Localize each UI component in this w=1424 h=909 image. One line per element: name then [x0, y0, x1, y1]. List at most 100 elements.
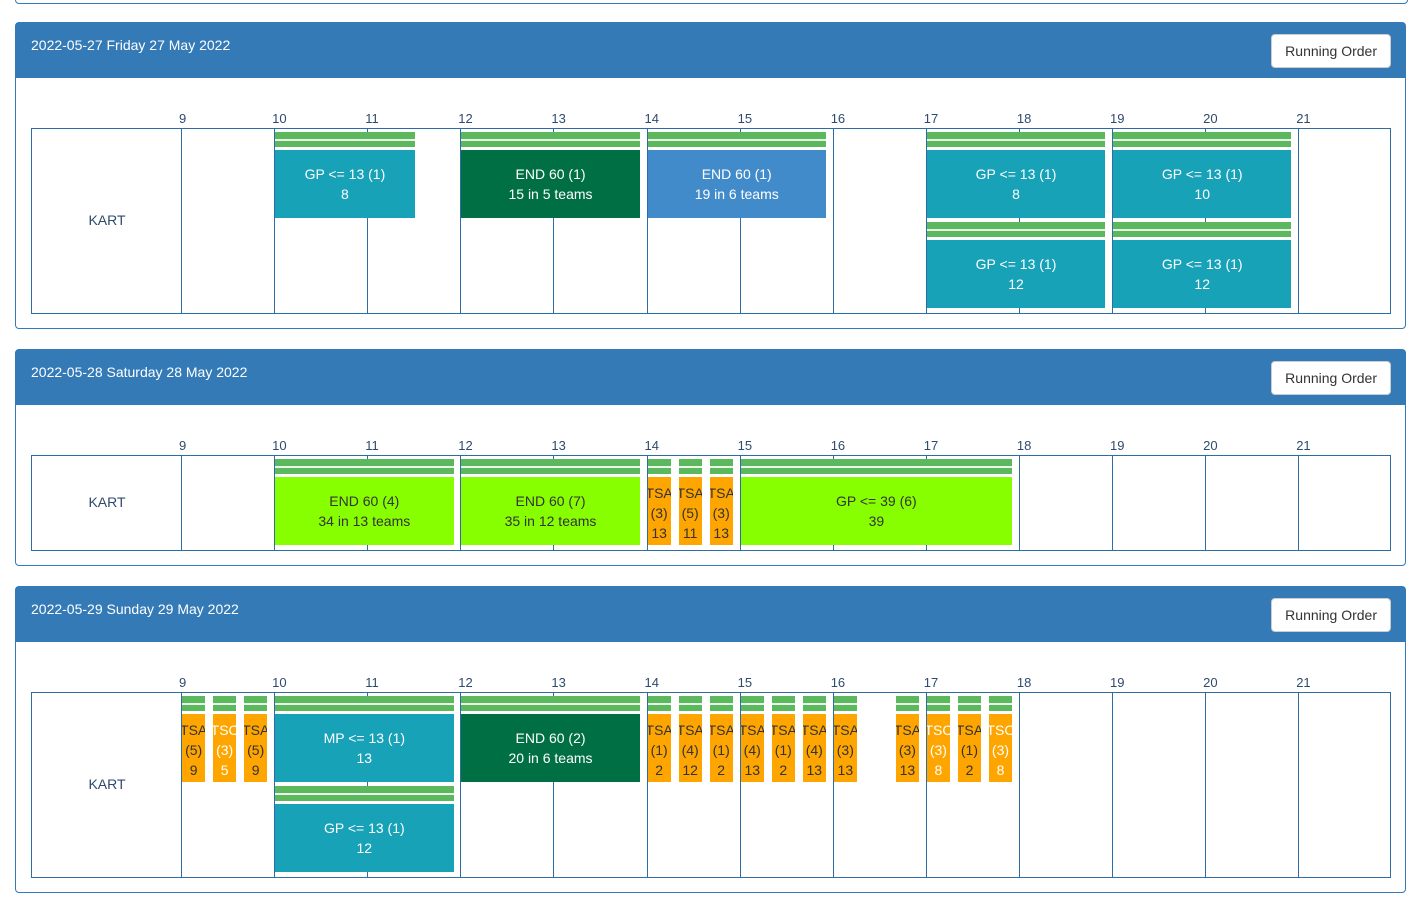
session-block[interactable]: END 60 (1) 19 in 6 teams	[647, 132, 826, 218]
session-detail: 9	[189, 762, 198, 778]
session-body: GP <= 13 (1) 8	[275, 150, 415, 218]
session-name: END 60 (7)	[515, 493, 586, 509]
hour-gridline	[1298, 129, 1300, 313]
session-name: TSC	[926, 722, 951, 738]
running-order-button[interactable]: Running Order	[1271, 361, 1391, 395]
session-block[interactable]: END 60 (2) 20 in 6 teams	[461, 696, 640, 782]
session-block[interactable]: GP <= 13 (1) 12	[926, 222, 1106, 308]
session-block-short[interactable]: TSA (4) 13	[740, 696, 764, 782]
session-name: TSC	[213, 722, 237, 738]
session-name: GP <= 13 (1)	[975, 256, 1057, 272]
session-block-short[interactable]: TSA (1) 2	[647, 696, 671, 782]
session-block-short[interactable]: TSC (3) 8	[926, 696, 951, 782]
session-detail: 5	[220, 762, 229, 778]
session-header-stripes	[275, 696, 454, 714]
session-detail: 10	[1194, 186, 1210, 202]
session-block-short[interactable]: TSA (5) 11	[678, 459, 702, 545]
hour-label: 15	[737, 438, 753, 453]
session-detail: (4)	[743, 742, 761, 758]
hour-label: 14	[644, 675, 659, 690]
session-block-short[interactable]: TSA (4) 13	[802, 696, 826, 782]
session-header-stripes	[1113, 222, 1292, 240]
hour-label: 17	[923, 111, 939, 126]
hour-label: 20	[1203, 111, 1218, 126]
session-header-stripes	[244, 696, 268, 714]
session-header-stripes	[709, 459, 733, 477]
session-detail: (5)	[247, 742, 265, 758]
session-block[interactable]: GP <= 13 (1) 8	[275, 132, 415, 218]
running-order-button[interactable]: Running Order	[1271, 598, 1391, 632]
session-name: TSA	[802, 722, 826, 738]
session-block-short[interactable]: TSA (1) 2	[709, 696, 733, 782]
session-body: END 60 (2) 20 in 6 teams	[461, 714, 640, 782]
session-name: GP <= 39 (6)	[836, 493, 917, 509]
session-body: GP <= 13 (1) 12	[1113, 240, 1292, 308]
day-panel: 2022-05-28 Saturday 28 May 2022 Running O…	[15, 349, 1406, 566]
session-block[interactable]: END 60 (1) 15 in 5 teams	[461, 132, 640, 218]
session-detail: 13	[713, 525, 729, 541]
session-detail: 12	[356, 840, 373, 856]
session-block[interactable]: GP <= 39 (6) 39	[740, 459, 1013, 545]
session-name: GP <= 13 (1)	[1161, 166, 1243, 182]
session-block-short[interactable]: TSC (3) 5	[213, 696, 237, 782]
hour-label: 12	[458, 675, 473, 690]
session-block[interactable]: END 60 (7) 35 in 12 teams	[461, 459, 640, 545]
session-detail: (1)	[650, 742, 668, 758]
session-block[interactable]: GP <= 13 (1) 8	[926, 132, 1106, 218]
session-block[interactable]: GP <= 13 (1) 12	[1113, 222, 1292, 308]
session-block-short[interactable]: TSA (3) 13	[895, 696, 920, 782]
hour-label: 9	[179, 438, 187, 453]
session-header-stripes	[740, 459, 1013, 477]
hour-gridline	[1018, 693, 1020, 877]
session-name: END 60 (1)	[515, 166, 586, 182]
hour-label: 21	[1296, 111, 1311, 126]
session-body: TSA (1) 2	[771, 714, 795, 782]
session-name: TSA	[647, 722, 671, 738]
session-header-stripes	[802, 696, 826, 714]
session-name: END 60 (1)	[701, 166, 772, 182]
hour-gridline	[1205, 456, 1207, 550]
session-header-stripes	[833, 696, 857, 714]
session-name: END 60 (2)	[515, 730, 586, 746]
session-detail: 35 in 12 teams	[504, 513, 597, 529]
session-header-stripes	[182, 696, 206, 714]
hour-gridline	[1018, 456, 1020, 550]
running-order-button[interactable]: Running Order	[1271, 34, 1391, 68]
hour-label: 20	[1203, 438, 1218, 453]
hour-label: 19	[1110, 111, 1125, 126]
session-block-short[interactable]: TSA (1) 2	[771, 696, 795, 782]
day-panel: 2022-05-29 Sunday 29 May 2022 Running Ord…	[15, 586, 1406, 893]
hour-gridline	[1112, 456, 1113, 550]
session-name: TSA	[678, 485, 702, 501]
session-block-short[interactable]: TSA (5) 9	[182, 696, 206, 782]
session-block[interactable]: END 60 (4) 34 in 13 teams	[275, 459, 454, 545]
session-header-stripes	[988, 696, 1013, 714]
hour-gridline	[1205, 693, 1207, 877]
session-block[interactable]: GP <= 13 (1) 10	[1113, 132, 1292, 218]
session-body: TSA (3) 13	[833, 714, 857, 782]
session-block[interactable]: MP <= 13 (1) 13	[275, 696, 454, 782]
session-header-stripes	[461, 132, 640, 150]
session-block-short[interactable]: TSC (3) 8	[988, 696, 1013, 782]
session-block-short[interactable]: TSA (1) 2	[957, 696, 982, 782]
hour-label: 18	[1016, 675, 1032, 690]
session-detail: 13	[356, 750, 373, 766]
previous-panel-edge	[15, 0, 1408, 4]
session-name: TSA	[957, 722, 982, 738]
session-block-short[interactable]: TSA (3) 13	[647, 459, 671, 545]
hour-label: 11	[365, 111, 379, 126]
session-block-short[interactable]: TSA (3) 13	[709, 459, 733, 545]
hour-gridline	[1298, 456, 1300, 550]
session-block-short[interactable]: TSA (3) 13	[833, 696, 857, 782]
session-block-short[interactable]: TSA (5) 9	[244, 696, 268, 782]
session-block-short[interactable]: TSA (4) 12	[678, 696, 702, 782]
session-detail: (5)	[681, 505, 699, 521]
session-body: TSC (3) 5	[213, 714, 237, 782]
session-block[interactable]: GP <= 13 (1) 12	[275, 786, 454, 872]
session-detail: 8	[341, 186, 349, 202]
session-detail: 20 in 6 teams	[508, 750, 593, 766]
session-header-stripes	[740, 696, 764, 714]
session-name: TSA	[709, 485, 733, 501]
session-header-stripes	[709, 696, 733, 714]
session-body: TSA (4) 13	[802, 714, 826, 782]
